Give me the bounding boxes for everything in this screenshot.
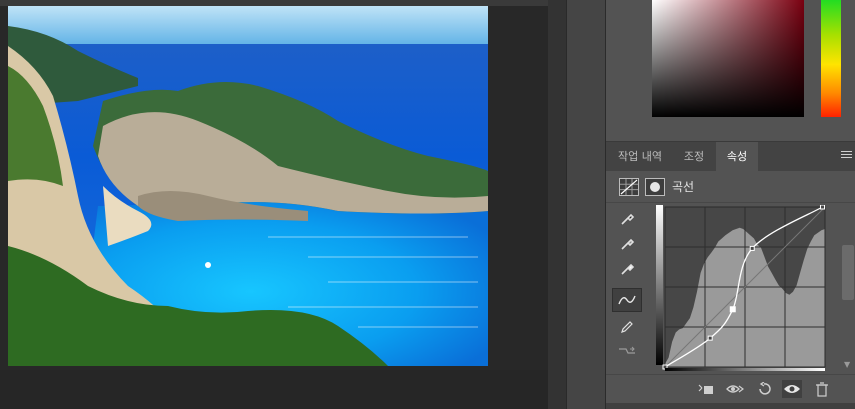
curve-control-point[interactable]	[707, 335, 713, 341]
curves-tool-column	[612, 205, 642, 370]
scroll-down-arrow-icon[interactable]: ▼	[844, 360, 850, 369]
pencil-icon[interactable]	[612, 315, 642, 339]
layer-mask-icon[interactable]	[645, 178, 665, 196]
trash-icon[interactable]	[812, 380, 832, 398]
curve-control-point[interactable]	[819, 205, 825, 210]
canvas-area[interactable]	[0, 0, 548, 409]
view-previous-icon[interactable]	[725, 380, 745, 398]
properties-header: 곡선	[606, 170, 855, 203]
curves-adjustment-icon	[619, 178, 639, 196]
eyedropper-gray-icon[interactable]	[612, 232, 642, 256]
panel-footer-strip	[606, 403, 855, 409]
color-picker-field[interactable]	[652, 0, 804, 117]
tab-adjustments[interactable]: 조정	[674, 142, 714, 171]
hue-slider[interactable]	[821, 0, 841, 117]
curve-control-point[interactable]	[729, 306, 736, 313]
clip-to-layer-icon[interactable]	[696, 380, 716, 398]
panel-tab-bar: 작업 내역 조정 속성	[606, 141, 855, 171]
visibility-eye-icon[interactable]	[782, 380, 802, 398]
input-gradient-bar	[665, 368, 825, 371]
eyedropper-white-icon[interactable]	[612, 257, 642, 281]
canvas-bottom-area	[0, 370, 548, 409]
properties-scrollbar[interactable]	[842, 245, 854, 300]
eyedropper-sample-icon[interactable]	[612, 207, 642, 231]
properties-bottom-bar	[606, 374, 855, 403]
panel-menu-icon[interactable]	[841, 151, 852, 160]
tab-history[interactable]: 작업 내역	[606, 142, 674, 171]
tab-properties[interactable]: 속성	[716, 142, 758, 171]
smooth-icon[interactable]	[612, 339, 642, 363]
right-panel: 작업 내역 조정 속성 곡선 ▼	[605, 0, 855, 409]
collapsed-panel-strip	[566, 0, 605, 409]
document-image[interactable]	[8, 6, 488, 366]
curve-control-point[interactable]	[749, 245, 755, 251]
panel-gutter	[548, 0, 566, 409]
output-gradient-bar	[656, 205, 663, 365]
properties-title: 곡선	[672, 180, 695, 194]
curves-graph[interactable]	[656, 205, 827, 371]
reset-icon[interactable]	[754, 380, 774, 398]
curve-point-icon[interactable]	[612, 288, 642, 312]
